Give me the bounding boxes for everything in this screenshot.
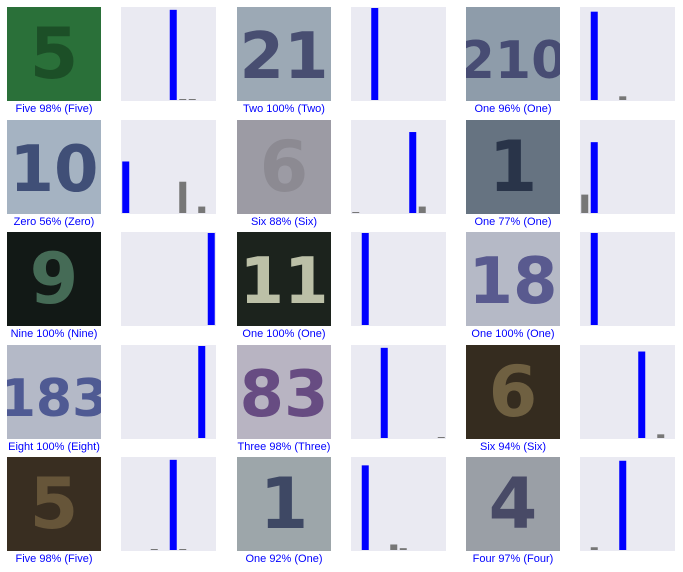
digit-image: 18 xyxy=(466,232,560,326)
probability-plot xyxy=(351,232,446,326)
predicted-bar xyxy=(361,233,369,325)
probability-plot xyxy=(121,232,216,326)
digit-image: 183 xyxy=(7,345,101,439)
probability-bar xyxy=(581,194,589,213)
prediction-caption: Four 97% (Four) xyxy=(472,553,554,565)
digit-image-glyphs: 21 xyxy=(239,20,328,94)
digit-image-glyphs: 1 xyxy=(260,463,309,545)
digit-image-glyphs: 9 xyxy=(30,238,79,320)
probability-plot xyxy=(121,120,216,214)
digit-image-glyphs: 4 xyxy=(489,463,538,545)
probability-bar xyxy=(619,96,627,100)
predicted-bar xyxy=(122,161,130,213)
prediction-grid: 5 Five 98% (Five) 21 Two 100% (Two) 210 One 9… xyxy=(0,0,683,572)
prediction-caption: Nine 100% (Nine) xyxy=(10,328,98,340)
probability-bar xyxy=(188,99,196,100)
digit-image-glyphs: 183 xyxy=(7,369,101,429)
digit-image-glyphs: 1 xyxy=(489,126,538,208)
digit-image: 5 xyxy=(7,457,101,551)
digit-image: 9 xyxy=(7,232,101,326)
probability-bar xyxy=(590,547,598,550)
predicted-bar xyxy=(169,9,177,101)
digit-image: 10 xyxy=(7,120,101,214)
digit-image-glyphs: 6 xyxy=(489,351,538,433)
predicted-bar xyxy=(169,459,177,550)
digit-image-glyphs: 5 xyxy=(30,463,79,545)
digit-image: 1 xyxy=(466,120,560,214)
digit-image-glyphs: 83 xyxy=(239,358,328,432)
probability-plot xyxy=(580,7,675,101)
predicted-bar xyxy=(361,465,369,550)
digit-image-glyphs: 11 xyxy=(239,245,328,319)
digit-image-glyphs: 18 xyxy=(468,245,557,319)
probability-plot xyxy=(351,457,446,551)
prediction-caption: One 92% (One) xyxy=(245,553,323,565)
predicted-bar xyxy=(198,346,206,438)
predicted-bar xyxy=(409,132,417,213)
digit-image-glyphs: 6 xyxy=(260,126,309,208)
prediction-caption: One 100% (One) xyxy=(471,328,555,340)
predicted-bar xyxy=(380,347,388,438)
probability-bar xyxy=(390,544,398,550)
predicted-bar xyxy=(371,8,379,100)
prediction-caption: Five 98% (Five) xyxy=(15,553,93,565)
prediction-caption: Two 100% (Two) xyxy=(243,103,325,115)
predicted-bar xyxy=(590,142,598,213)
prediction-caption: Eight 100% (Eight) xyxy=(8,441,100,453)
probability-plot xyxy=(121,345,216,439)
predicted-bar xyxy=(638,351,646,438)
digit-image-glyphs: 10 xyxy=(9,133,98,207)
prediction-caption: One 77% (One) xyxy=(474,216,552,228)
probability-bar xyxy=(150,549,158,550)
predicted-bar xyxy=(590,233,598,325)
probability-bar xyxy=(179,549,187,550)
digit-image: 6 xyxy=(237,120,331,214)
digit-image: 210 xyxy=(466,7,560,101)
digit-image: 83 xyxy=(237,345,331,439)
digit-image: 1 xyxy=(237,457,331,551)
probability-plot xyxy=(351,345,446,439)
probability-bar xyxy=(179,99,187,100)
digit-image: 21 xyxy=(237,7,331,101)
predicted-bar xyxy=(590,11,598,100)
probability-bar xyxy=(399,548,407,550)
prediction-caption: Six 94% (Six) xyxy=(479,441,547,453)
probability-plot xyxy=(580,120,675,214)
probability-bar xyxy=(198,206,206,213)
probability-plot xyxy=(580,232,675,326)
prediction-caption: Zero 56% (Zero) xyxy=(13,216,95,228)
probability-bar xyxy=(437,437,445,438)
probability-plot xyxy=(580,345,675,439)
digit-image: 11 xyxy=(237,232,331,326)
predicted-bar xyxy=(619,460,627,550)
digit-image-glyphs: 210 xyxy=(466,31,560,91)
prediction-caption: Five 98% (Five) xyxy=(15,103,93,115)
probability-bar xyxy=(418,206,426,213)
probability-bar xyxy=(179,181,187,213)
predicted-bar xyxy=(207,233,215,325)
prediction-caption: Six 88% (Six) xyxy=(250,216,318,228)
digit-image: 6 xyxy=(466,345,560,439)
digit-image: 5 xyxy=(7,7,101,101)
digit-image: 4 xyxy=(466,457,560,551)
probability-bar xyxy=(657,434,665,438)
probability-plot xyxy=(351,120,446,214)
digit-image-glyphs: 5 xyxy=(30,13,79,95)
prediction-caption: Three 98% (Three) xyxy=(237,441,331,453)
probability-plot xyxy=(580,457,675,551)
probability-plot xyxy=(121,7,216,101)
prediction-caption: One 100% (One) xyxy=(242,328,326,340)
probability-bar xyxy=(352,212,360,213)
probability-plot xyxy=(121,457,216,551)
probability-plot xyxy=(351,7,446,101)
prediction-caption: One 96% (One) xyxy=(474,103,552,115)
